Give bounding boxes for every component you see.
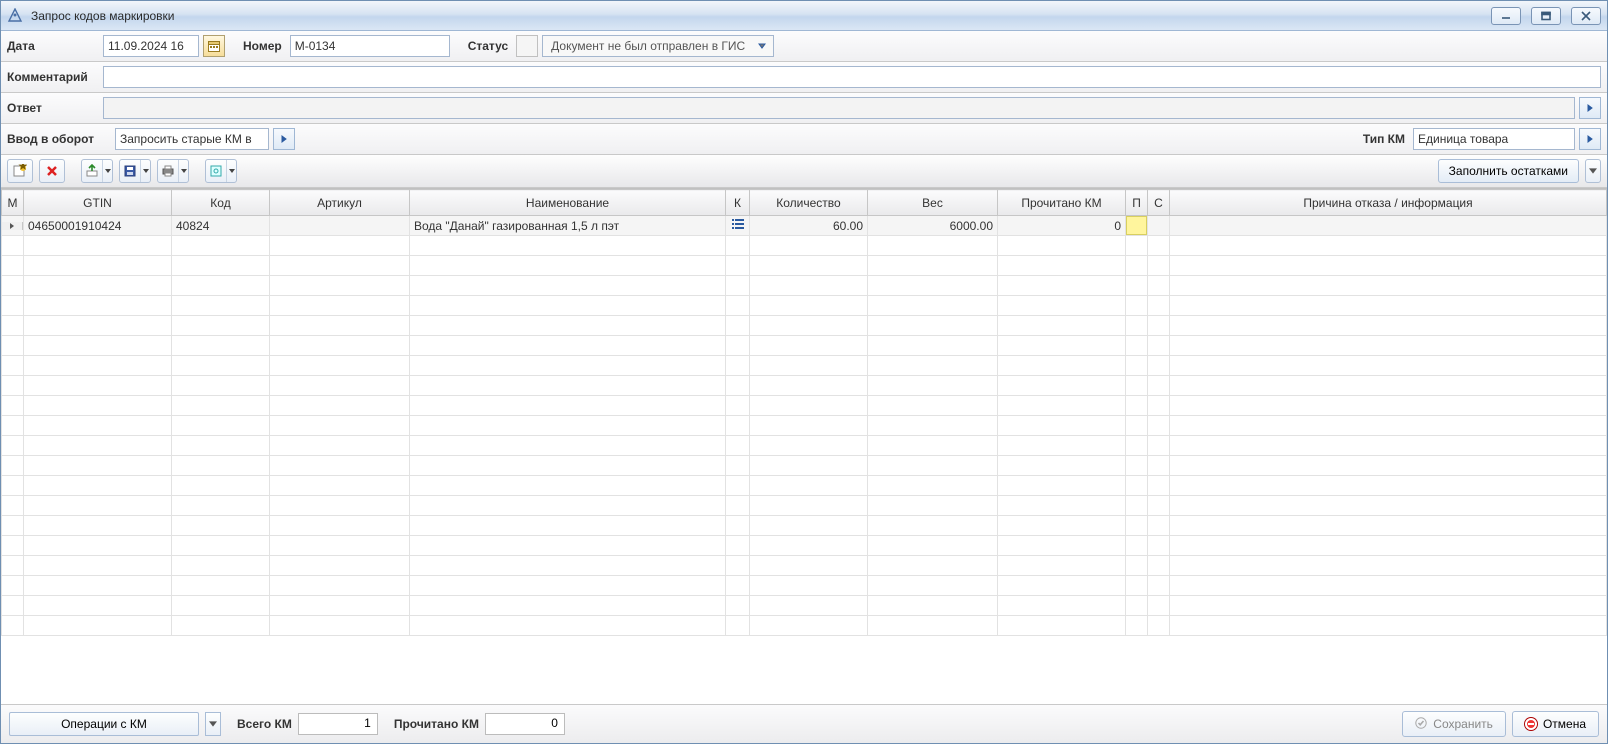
col-m[interactable]: М bbox=[2, 190, 24, 216]
cell-qty[interactable]: 60.00 bbox=[750, 216, 868, 236]
col-reason[interactable]: Причина отказа / информация bbox=[1170, 190, 1607, 216]
col-weight[interactable]: Вес bbox=[868, 190, 998, 216]
total-km-label: Всего КМ bbox=[237, 717, 292, 731]
col-qty[interactable]: Количество bbox=[750, 190, 868, 216]
table-row[interactable]: 04650001910424 40824 Вода "Данай" газиро… bbox=[2, 216, 1607, 236]
cell-read-km[interactable]: 0 bbox=[998, 216, 1126, 236]
app-window: Запрос кодов маркировки Дата Номер Стату… bbox=[0, 0, 1608, 744]
form-row-2: Комментарий bbox=[1, 62, 1607, 93]
vvod-label: Ввод в оборот bbox=[7, 132, 111, 146]
date-label: Дата bbox=[7, 39, 99, 53]
cell-weight[interactable]: 6000.00 bbox=[868, 216, 998, 236]
fill-remains-dd[interactable] bbox=[1585, 159, 1601, 183]
comment-input[interactable] bbox=[103, 66, 1601, 88]
col-read-km[interactable]: Прочитано КМ bbox=[998, 190, 1126, 216]
cancel-label: Отмена bbox=[1543, 717, 1586, 731]
fill-remains-label: Заполнить остатками bbox=[1449, 164, 1568, 178]
minimize-button[interactable] bbox=[1491, 7, 1521, 25]
grid-body: 04650001910424 40824 Вода "Данай" газиро… bbox=[2, 216, 1607, 636]
form-row-1: Дата Номер Статус Документ не был отправ… bbox=[1, 31, 1607, 62]
operations-km-dd[interactable] bbox=[205, 712, 221, 736]
cell-k[interactable] bbox=[726, 216, 750, 236]
toolbar: ★ Запо bbox=[1, 155, 1607, 188]
chevron-down-icon bbox=[226, 160, 236, 182]
grid[interactable]: М GTIN Код Артикул Наименование К Количе… bbox=[1, 188, 1607, 704]
operations-km-label: Операции с КМ bbox=[61, 717, 147, 731]
cell-code[interactable]: 40824 bbox=[172, 216, 270, 236]
col-k[interactable]: К bbox=[726, 190, 750, 216]
fill-remains-button[interactable]: Заполнить остатками bbox=[1438, 159, 1579, 183]
number-label: Номер bbox=[243, 39, 286, 53]
chevron-down-icon bbox=[102, 160, 112, 182]
grid-table: М GTIN Код Артикул Наименование К Количе… bbox=[1, 189, 1607, 636]
answer-input bbox=[103, 97, 1575, 119]
cell-reason[interactable] bbox=[1170, 216, 1607, 236]
chevron-down-icon bbox=[755, 42, 769, 50]
close-button[interactable] bbox=[1571, 7, 1601, 25]
stop-icon bbox=[1525, 718, 1537, 730]
svg-text:★: ★ bbox=[18, 164, 27, 173]
settings-button[interactable] bbox=[205, 159, 237, 183]
cell-p[interactable] bbox=[1126, 216, 1148, 236]
status-color-box bbox=[516, 35, 538, 57]
cell-article[interactable] bbox=[270, 216, 410, 236]
content: Дата Номер Статус Документ не был отправ… bbox=[1, 31, 1607, 743]
footer: Операции с КМ Всего КМ 1 Прочитано КМ 0 … bbox=[1, 704, 1607, 743]
status-label: Статус bbox=[468, 39, 512, 53]
list-icon bbox=[731, 220, 745, 234]
app-icon bbox=[7, 8, 23, 24]
type-km-go-button[interactable] bbox=[1579, 128, 1601, 150]
request-old-go-button[interactable] bbox=[273, 128, 295, 150]
export-button[interactable] bbox=[81, 159, 113, 183]
status-combo-text: Документ не был отправлен в ГИС bbox=[547, 39, 751, 53]
number-input[interactable] bbox=[290, 35, 450, 57]
titlebar: Запрос кодов маркировки bbox=[1, 1, 1607, 31]
status-combo[interactable]: Документ не был отправлен в ГИС bbox=[542, 35, 774, 57]
new-row-button[interactable]: ★ bbox=[7, 159, 33, 183]
operations-km-button[interactable]: Операции с КМ bbox=[9, 712, 199, 736]
request-old-input[interactable] bbox=[115, 128, 269, 150]
answer-label: Ответ bbox=[7, 101, 99, 115]
comment-label: Комментарий bbox=[7, 70, 99, 84]
cancel-button[interactable]: Отмена bbox=[1512, 711, 1599, 737]
print-button[interactable] bbox=[157, 159, 189, 183]
read-km-value: 0 bbox=[485, 713, 565, 735]
maximize-button[interactable] bbox=[1531, 7, 1561, 25]
form-row-3: Ответ bbox=[1, 93, 1607, 124]
col-code[interactable]: Код bbox=[172, 190, 270, 216]
form-row-4: Ввод в оборот Тип КМ bbox=[1, 124, 1607, 155]
date-picker-button[interactable] bbox=[203, 35, 225, 57]
save-document-label: Сохранить bbox=[1433, 717, 1493, 731]
cell-s[interactable] bbox=[1148, 216, 1170, 236]
save-document-button[interactable]: Сохранить bbox=[1402, 711, 1506, 737]
col-s[interactable]: С bbox=[1148, 190, 1170, 216]
window-title: Запрос кодов маркировки bbox=[29, 9, 1481, 23]
cell-name[interactable]: Вода "Данай" газированная 1,5 л пэт bbox=[410, 216, 726, 236]
read-km-label: Прочитано КМ bbox=[394, 717, 479, 731]
answer-expand-button[interactable] bbox=[1579, 97, 1601, 119]
cell-gtin[interactable]: 04650001910424 bbox=[24, 216, 172, 236]
row-marker[interactable] bbox=[2, 222, 23, 230]
col-gtin[interactable]: GTIN bbox=[24, 190, 172, 216]
col-name[interactable]: Наименование bbox=[410, 190, 726, 216]
grid-header-row: М GTIN Код Артикул Наименование К Количе… bbox=[2, 190, 1607, 216]
type-km-input[interactable] bbox=[1413, 128, 1575, 150]
save-button[interactable] bbox=[119, 159, 151, 183]
check-icon bbox=[1415, 717, 1427, 732]
chevron-down-icon bbox=[178, 160, 188, 182]
col-article[interactable]: Артикул bbox=[270, 190, 410, 216]
type-km-label: Тип КМ bbox=[1363, 132, 1409, 146]
delete-row-button[interactable] bbox=[39, 159, 65, 183]
date-input[interactable] bbox=[103, 35, 199, 57]
chevron-down-icon bbox=[140, 160, 150, 182]
col-p[interactable]: П bbox=[1126, 190, 1148, 216]
total-km-value: 1 bbox=[298, 713, 378, 735]
